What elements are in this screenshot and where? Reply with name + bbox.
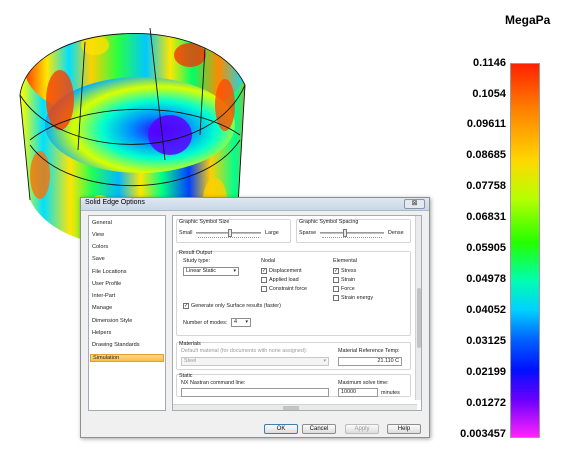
study-type-label: Study type: — [183, 258, 210, 264]
cancel-button[interactable]: Cancel — [302, 424, 336, 434]
symbol-spacing-label: Graphic Symbol Spacing — [299, 219, 359, 225]
default-material-value: Steel — [184, 358, 197, 364]
nav-item-general[interactable]: General — [92, 220, 112, 226]
legend-unit-label: MegaPa — [505, 13, 551, 27]
chevron-down-icon: ▾ — [233, 268, 236, 274]
strain-checkbox[interactable] — [333, 277, 339, 283]
static-label: Static — [179, 373, 193, 379]
symbol-spacing-slider[interactable] — [320, 232, 384, 234]
nav-item-view[interactable]: View — [92, 232, 104, 238]
force-checkbox[interactable] — [333, 286, 339, 292]
stress-checkbox[interactable]: ✓ — [333, 268, 339, 274]
nastran-command-label: NX Nastran command line: — [181, 380, 246, 386]
nav-item-save[interactable]: Save — [92, 256, 105, 262]
nav-item-drawing-standards[interactable]: Drawing Standards — [92, 342, 140, 348]
legend-tick: 0.1054 — [472, 88, 506, 100]
modes-select[interactable]: 4 ▾ — [231, 318, 251, 327]
strain-label: Strain — [341, 277, 356, 283]
legend-tick: 0.003457 — [460, 428, 506, 440]
close-icon[interactable]: ⊠ — [404, 199, 425, 209]
options-category-list: General View Colors Save File Locations … — [88, 215, 166, 411]
symbol-size-max-label: Large — [265, 230, 279, 236]
nav-item-colors[interactable]: Colors — [92, 244, 108, 250]
force-label: Force — [341, 286, 355, 292]
legend-tick: 0.07758 — [466, 180, 506, 192]
vertical-scroll-thumb[interactable] — [417, 288, 421, 348]
legend-tick: 0.1146 — [472, 57, 506, 69]
result-output-label: Result Output — [179, 250, 212, 256]
study-type-select[interactable]: Linear Static ▾ — [183, 267, 239, 276]
legend-tick: 0.06831 — [466, 211, 506, 223]
constraint-force-checkbox[interactable] — [261, 286, 267, 292]
stress-label: Stress — [341, 268, 357, 274]
ref-temp-field[interactable]: 21.110 C — [338, 357, 402, 366]
simulation-settings-panel: Graphic Symbol Size Small Large Graphic … — [172, 215, 422, 411]
max-solve-time-field[interactable]: 10000 — [338, 388, 378, 397]
applied-load-checkbox[interactable] — [261, 277, 267, 283]
nodal-label: Nodal — [261, 258, 276, 264]
surface-only-label: Generate only Surface results (faster) — [191, 303, 281, 309]
symbol-size-ticks — [198, 237, 259, 239]
max-solve-time-label: Maximum solve time: — [338, 380, 389, 386]
nav-item-dimension-style[interactable]: Dimension Style — [92, 318, 132, 324]
legend-tick: 0.04978 — [466, 273, 506, 285]
nav-item-file-locations[interactable]: File Locations — [92, 269, 127, 275]
nav-item-helpers[interactable]: Helpers — [92, 330, 111, 336]
symbol-size-slider-thumb[interactable] — [228, 229, 232, 237]
symbol-spacing-min-label: Sparse — [299, 230, 317, 236]
nav-item-simulation[interactable]: Simulation — [90, 354, 164, 362]
horizontal-scroll-thumb[interactable] — [283, 406, 299, 410]
strain-energy-label: Strain energy — [341, 295, 374, 301]
apply-button[interactable]: Apply — [345, 424, 379, 434]
legend-tick: 0.02199 — [466, 366, 506, 378]
options-dialog: Solid Edge Options ⊠ General View Colors… — [80, 197, 430, 438]
displacement-label: Displacement — [269, 268, 302, 274]
legend-tick: 0.08685 — [466, 149, 506, 161]
legend-tick: 0.01272 — [466, 397, 506, 409]
elemental-label: Elemental — [333, 258, 357, 264]
legend-tick: 0.03125 — [466, 335, 506, 347]
strain-energy-checkbox[interactable] — [333, 295, 339, 301]
screenshot-stage: MegaPa 0.1146 0.1054 0.09611 0.08685 0.0… — [0, 0, 579, 457]
symbol-size-label: Graphic Symbol Size — [179, 219, 230, 225]
displacement-checkbox[interactable]: ✓ — [261, 268, 267, 274]
dialog-titlebar[interactable]: Solid Edge Options ⊠ — [81, 198, 429, 211]
panel-horizontal-scrollbar[interactable] — [173, 404, 417, 410]
modes-value: 4 — [234, 319, 237, 325]
default-material-select[interactable]: Steel ▾ — [181, 357, 329, 366]
surface-only-checkbox[interactable]: ✓ — [183, 303, 189, 309]
nav-item-user-profile[interactable]: User Profile — [92, 281, 121, 287]
nav-item-manage[interactable]: Manage — [92, 305, 112, 311]
ok-button[interactable]: OK — [264, 424, 298, 434]
chevron-down-icon: ▾ — [323, 358, 326, 364]
help-button[interactable]: Help — [387, 424, 421, 434]
study-type-value: Linear Static — [186, 268, 216, 274]
dialog-title: Solid Edge Options — [85, 199, 145, 206]
nastran-command-field[interactable] — [181, 388, 329, 397]
legend-tick: 0.09611 — [466, 118, 506, 130]
nav-item-inter-part[interactable]: Inter-Part — [92, 293, 115, 299]
ref-temp-label: Material Reference Temp: — [338, 348, 400, 354]
symbol-spacing-slider-thumb[interactable] — [343, 229, 347, 237]
symbol-size-min-label: Small — [179, 230, 193, 236]
constraint-force-label: Constraint force — [269, 286, 308, 292]
chevron-down-icon: ▾ — [245, 319, 248, 325]
default-material-label: Default material (for documents with non… — [181, 348, 308, 354]
legend-tick: 0.05905 — [466, 242, 506, 254]
modes-label: Number of modes: — [183, 320, 228, 326]
symbol-spacing-ticks — [322, 237, 382, 239]
legend-tick: 0.04052 — [466, 304, 506, 316]
max-solve-time-unit: minutes — [381, 390, 400, 396]
applied-load-label: Applied load — [269, 277, 299, 283]
materials-label: Materials — [179, 341, 201, 347]
symbol-spacing-max-label: Dense — [388, 230, 404, 236]
panel-vertical-scrollbar[interactable] — [415, 216, 421, 400]
stress-colorbar — [510, 63, 540, 438]
